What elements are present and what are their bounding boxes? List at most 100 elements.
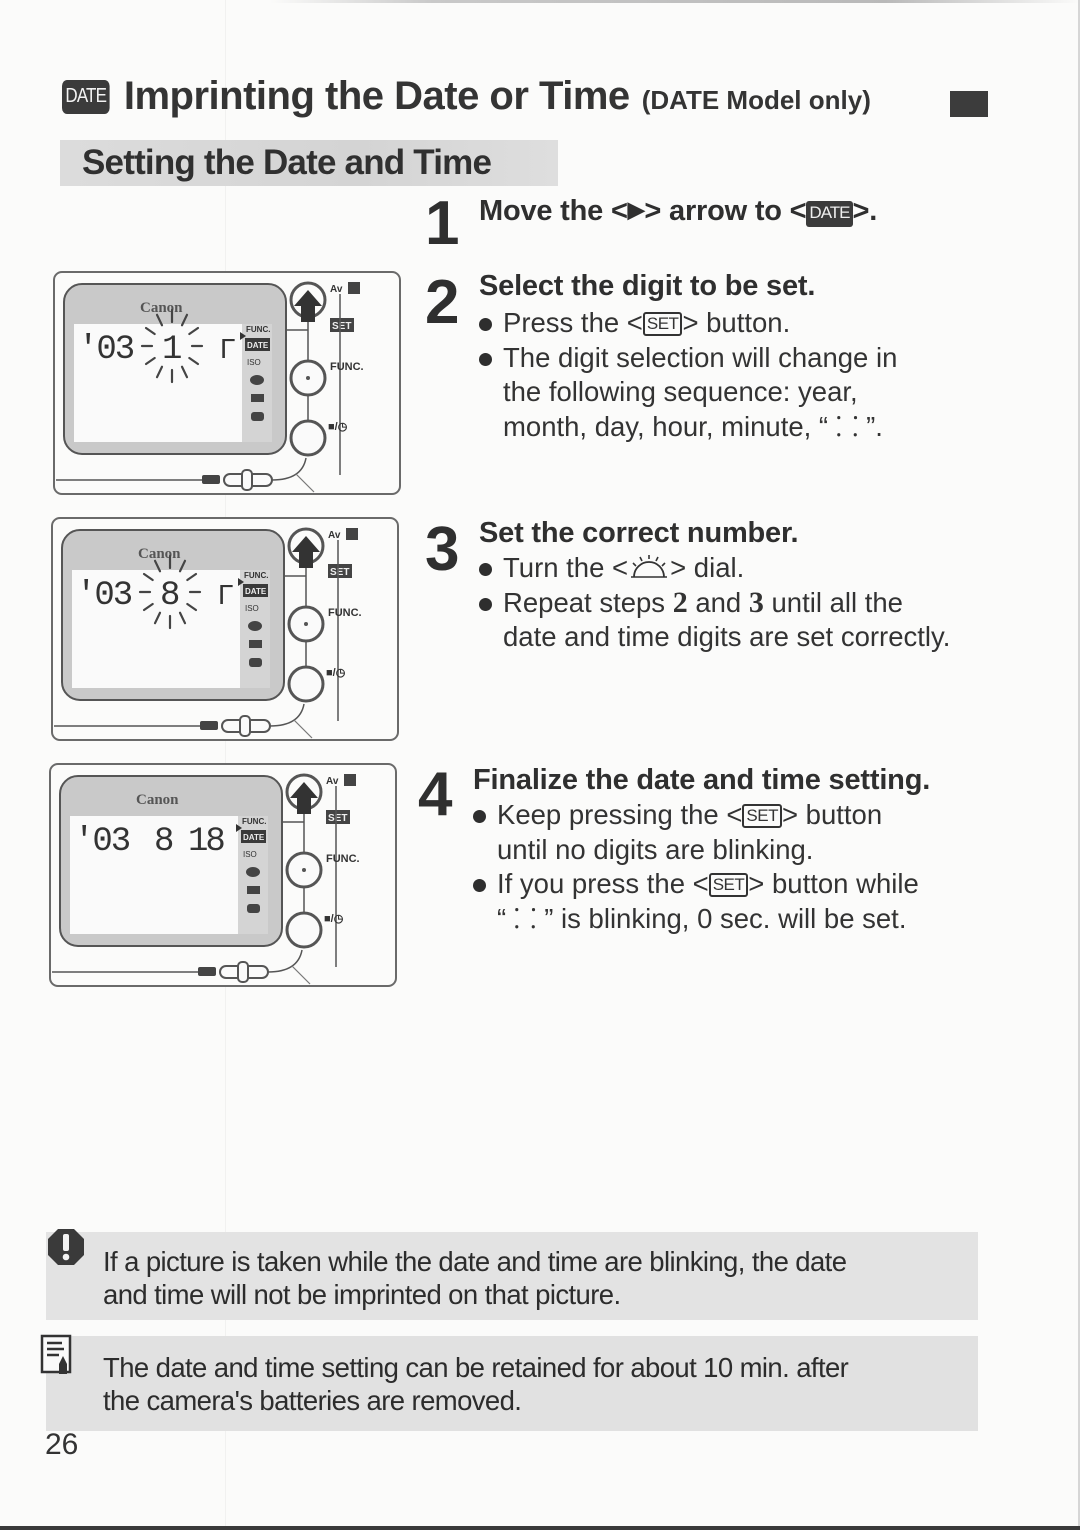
menu-iso-label: ISO [245,604,259,613]
bullet-text: > button [781,799,883,830]
menu-func-label: FUNC. [246,325,270,334]
lcd-year-digits: '03 [78,331,134,369]
bullet-item: Press the < SET > button. [479,306,897,341]
step-number: 2 [425,268,460,337]
main-dial-icon [631,555,668,578]
step-title: Move the <▶> arrow to < DATE >. [479,195,877,228]
lcd-brand-label: Canon [138,546,181,562]
bullet-text: > button. [682,307,791,338]
bullet-text: date and time digits are set correctly. [503,621,951,652]
step-number: 4 [418,760,453,829]
lcd-year-digits: '03 [74,823,130,861]
menu-func-label: FUNC. [244,571,268,580]
camera-lcd-svg: Canon '03 1 Γ FUNC. DATE ISO Av SET FUNC. ■/◷ [53,271,401,495]
memo-note-text: The date and time setting can be retaine… [103,1351,849,1417]
bullet-text: If you press the < [497,868,709,899]
bullet-item: Keep pressing the < SET > button until no … [473,798,919,867]
menu-flash-icon [248,621,262,631]
av-icon [344,774,356,786]
memo-line: The date and time setting can be retaine… [103,1352,849,1383]
step-title-part: Move the < [479,195,628,227]
page-title-text: Imprinting the Date or Time [123,74,630,118]
camera-illustration-1: Canon '03 1 Γ FUNC. DATE ISO Av SET FUNC. ■/◷ [52,270,402,498]
av-label: Av [328,530,341,541]
power-switch-knob [237,961,249,983]
av-icon [346,528,358,540]
drive-button [285,911,323,949]
date-model-badge-icon: DATE [62,79,110,114]
page-title-suffix: (DATE Model only) [641,85,871,115]
bullet-text: the following sequence: year, [503,376,858,407]
caution-icon [48,1229,84,1265]
lcd-brand-label: Canon [140,300,183,316]
drive-label: ■/◷ [328,421,348,433]
func-label: FUNC. [328,607,362,619]
bullet-text: and [687,586,749,618]
bullet-text: The digit selection will change in [503,341,898,373]
lcd-day-digits: 18 [188,823,224,861]
camera-illustration-3: Canon '03 8 18 FUNC. DATE ISO Av SET FUNC. ■/◷ [48,762,398,990]
func-button-center [302,868,306,872]
set-button-icon: SET [708,873,749,897]
step-1: 1 Move the <▶> arrow to < DATE >. [425,193,1045,263]
lcd-hour-indicator: Γ [220,333,235,364]
bullet-text: Keep pressing the < [497,799,743,830]
lcd-month-digit: 1 [162,331,182,369]
menu-date-label: DATE [243,833,265,842]
menu-date-label: DATE [245,587,267,596]
menu-func-label: FUNC. [242,817,266,826]
bullet-text: > dial. [670,552,745,583]
date-icon: DATE [806,201,853,227]
camera-illustration-2: Canon '03 8 Γ FUNC. DATE ISO Av SET FUNC. ■/◷ [50,516,400,744]
date-badge-label: DATE [65,85,107,107]
power-label-icon [202,475,220,484]
page-bottom-edge [0,1526,1080,1530]
set-label: SET [332,321,351,332]
menu-drive-icon [247,904,260,913]
bullet-item: Repeat steps 2 and 3 until all the date … [479,586,950,655]
func-label: FUNC. [326,853,360,865]
step-bullets: Keep pressing the < SET > button until no … [473,798,919,936]
drive-label: ■/◷ [324,913,344,925]
power-switch-knob [241,469,253,491]
av-label: Av [326,776,339,787]
step-3: 3 Set the correct number. Turn the < > di… [425,515,1045,665]
av-label: Av [330,284,343,295]
set-button-icon: SET [642,312,683,336]
set-button-icon: SET [742,804,782,828]
menu-quality-icon [251,394,264,402]
lcd-year-digits: '03 [76,577,132,615]
step-3-reference: 3 [748,585,764,619]
menu-flash-icon [246,867,260,877]
bullet-item: Turn the < > dial. [479,551,950,586]
step-title-part: >. [852,195,878,227]
av-icon [348,282,360,294]
bullet-item: If you press the < SET > button while “ ⸬ … [473,867,919,936]
lcd-month-digit: 8 [154,823,174,861]
step-bullets: Turn the < > dial. Repeat steps 2 and 3 u… [479,551,950,655]
section-title: Setting the Date and Time [82,143,492,182]
caution-line: and time will not be imprinted on that p… [103,1279,621,1310]
lcd-month-digit: 8 [160,577,180,615]
bullet-text: until no digits are blinking. [497,833,814,865]
menu-quality-icon [249,640,262,648]
set-label: SET [330,567,349,578]
power-label-icon [198,967,216,976]
bullet-text: month, day, hour, minute, “ ⸬ ”. [503,410,883,442]
step-bullets: Press the < SET > button. The digit select… [479,306,897,444]
bullet-text: until all the [763,586,903,618]
drive-button [289,419,327,457]
camera-lcd-svg: Canon '03 8 18 FUNC. DATE ISO Av SET FUNC. ■/◷ [49,763,397,987]
chapter-marker-icon [950,91,988,117]
caution-note-text: If a picture is taken while the date and… [103,1245,847,1311]
page-top-edge [0,0,1080,3]
page-number: 26 [45,1428,79,1461]
func-button-center [304,622,308,626]
caution-line: If a picture is taken while the date and… [103,1246,847,1277]
bullet-text: Repeat steps [503,586,673,618]
step-number: 1 [425,189,460,258]
step-title: Select the digit to be set. [479,270,816,302]
menu-date-label: DATE [247,341,269,350]
power-switch-knob [239,715,251,737]
bullet-text: > button while [748,868,919,899]
